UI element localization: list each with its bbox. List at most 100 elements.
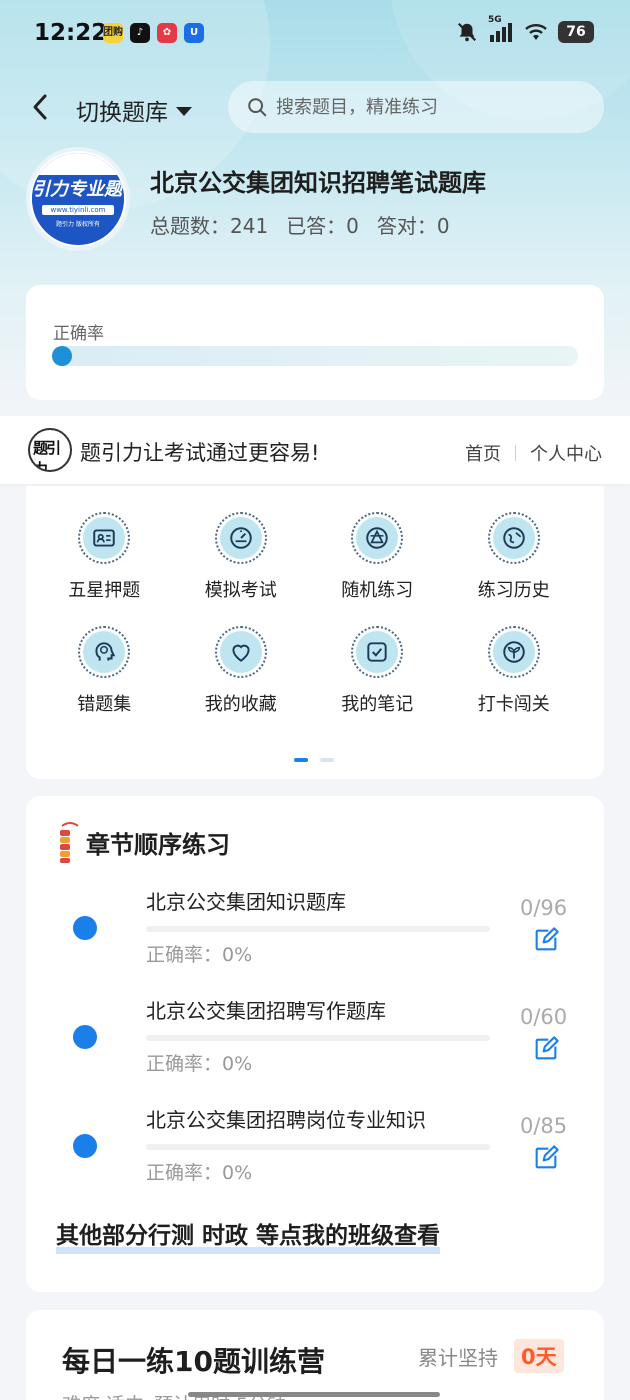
correct-count: 答对：0 (376, 214, 450, 238)
feature-practice-history[interactable]: 练习历史 (446, 512, 583, 602)
edit-icon[interactable] (532, 1035, 560, 1063)
feature-label: 练习历史 (477, 580, 550, 601)
bank-title: 北京公交集团知识招聘笔试题库 (150, 169, 486, 197)
switch-bank-dropdown[interactable]: 切换题库 (76, 93, 192, 127)
status-indicators: 5G 76 (456, 15, 594, 43)
chapter-name: 北京公交集团招聘写作题库 (146, 999, 386, 1023)
feature-grid: 五星押题 模拟考试 随机练习 练习历史 错题集 我的收藏 我的笔记 打卡闯关 (26, 512, 604, 716)
home-indicator (188, 1392, 440, 1397)
chapter-count: 0/60 (520, 1005, 568, 1029)
logo-text: 引力专业题 (32, 177, 124, 203)
chapter-practice-card: 章节顺序练习 北京公交集团知识题库 正确率：0% 0/96 北京公交集团招聘写作… (26, 796, 604, 1292)
chapter-name: 北京公交集团知识题库 (146, 890, 346, 914)
chapter-accuracy: 正确率：0% (146, 1053, 253, 1075)
feature-label: 错题集 (77, 694, 132, 715)
u-app-icon: U (184, 23, 204, 43)
chapter-status-dot (73, 1134, 97, 1158)
camp-title: 每日一练10题训练营 (62, 1345, 325, 1378)
chapter-row[interactable]: 北京公交集团招聘写作题库 正确率：0% 0/60 (26, 995, 604, 1095)
chapter-name: 北京公交集团招聘岗位专业知识 (146, 1108, 426, 1132)
edit-icon[interactable] (532, 1144, 560, 1172)
gauge-icon (230, 527, 252, 549)
sprout-icon (503, 641, 525, 663)
chapter-count: 0/85 (520, 1114, 568, 1138)
feature-mock-exam[interactable]: 模拟考试 (173, 512, 310, 602)
mute-bell-icon (457, 22, 477, 42)
status-bar: 12:22 团购 ♪ ✿ U 5G 76 (0, 0, 630, 68)
wifi-icon (525, 24, 547, 40)
logo-url: www.tiyinli.com (42, 205, 114, 215)
search-input[interactable] (276, 96, 596, 118)
feature-label: 我的收藏 (204, 694, 277, 715)
grid-pager (294, 758, 334, 762)
cellular-signal-icon: 5G (488, 15, 514, 43)
feature-label: 随机练习 (341, 580, 414, 601)
heart-icon (232, 644, 250, 662)
chapter-status-dot (73, 916, 97, 940)
switch-bank-label: 切换题库 (76, 100, 168, 126)
chapter-progress-track (146, 1144, 490, 1150)
answered-count: 已答：0 (286, 214, 359, 238)
feature-check-in[interactable]: 打卡闯关 (446, 626, 583, 716)
class-view-link[interactable]: 其他部分行测 时政 等点我的班级查看 (56, 1216, 441, 1254)
bank-stats: 总题数：241 已答：0 答对：0 (150, 210, 450, 239)
bank-logo: 引力专业题 www.tiyinli.com 题引力 版权所有 (26, 147, 130, 251)
streak-label: 累计坚持 (418, 1346, 498, 1370)
chapter-accuracy: 正确率：0% (146, 1162, 253, 1184)
chapter-header: 章节顺序练习 (56, 820, 230, 864)
accuracy-progress-track (52, 346, 578, 366)
accuracy-card: 正确率 (26, 285, 604, 400)
feature-label: 模拟考试 (204, 580, 277, 601)
nav-home-link[interactable]: 首页 (465, 440, 501, 466)
feature-random-practice[interactable]: 随机练习 (309, 512, 446, 602)
nav-profile-link[interactable]: 个人中心 (530, 440, 602, 466)
accuracy-label: 正确率 (53, 324, 104, 344)
streak-days-badge: 0天 (514, 1339, 564, 1373)
feature-grid-card: 五星押题 模拟考试 随机练习 练习历史 错题集 我的收藏 我的笔记 打卡闯关 (26, 486, 604, 779)
feature-label: 五星押题 (68, 580, 141, 601)
back-arrow-icon[interactable] (28, 92, 52, 122)
caret-down-icon (176, 106, 192, 116)
pager-dot[interactable] (320, 758, 334, 762)
camp-difficulty: 难度 适中 (62, 1390, 144, 1400)
banner-nav: 首页 个人中心 (465, 440, 602, 466)
chapter-accuracy: 正确率：0% (146, 944, 253, 966)
brand-logo: 题引力 (28, 428, 72, 472)
feature-wrong-questions[interactable]: 错题集 (36, 626, 173, 716)
search-icon (248, 98, 267, 117)
total-questions: 总题数：241 (150, 214, 269, 238)
edit-icon[interactable] (532, 926, 560, 954)
feature-favorites[interactable]: 我的收藏 (173, 626, 310, 716)
firecracker-icon (60, 822, 79, 863)
chapter-status-dot (73, 1025, 97, 1049)
feature-five-star[interactable]: 五星押题 (36, 512, 173, 602)
status-time: 12:22 (34, 20, 108, 46)
feature-label: 我的笔记 (341, 694, 414, 715)
daily-practice-card[interactable]: 每日一练10题训练营 累计坚持 0天 难度 适中 预计用时 5分钟 (26, 1310, 604, 1400)
xiaohongshu-app-icon: ✿ (157, 23, 177, 43)
brand-banner: 题引力 题引力让考试通过更容易! 首页 个人中心 (0, 416, 630, 484)
chapter-row[interactable]: 北京公交集团招聘岗位专业知识 正确率：0% 0/85 (26, 1104, 604, 1204)
tiktok-app-icon: ♪ (130, 23, 150, 43)
chapter-progress-track (146, 926, 490, 932)
feature-my-notes[interactable]: 我的笔记 (309, 626, 446, 716)
accuracy-progress-indicator (52, 346, 72, 366)
brand-slogan: 题引力让考试通过更容易! (80, 441, 320, 465)
network-type: 5G (488, 15, 502, 25)
history-globe-icon (503, 527, 525, 549)
brain-head-icon (95, 642, 116, 661)
chapter-progress-track (146, 1035, 490, 1041)
chapter-count: 0/96 (520, 896, 568, 920)
chapter-row[interactable]: 北京公交集团知识题库 正确率：0% 0/96 (26, 886, 604, 986)
checkbox-note-icon (367, 642, 387, 662)
chapter-title: 章节顺序练习 (86, 830, 230, 859)
search-bar[interactable] (228, 81, 604, 133)
id-card-icon (93, 529, 115, 547)
random-icon (366, 527, 388, 549)
meituan-app-icon: 团购 (103, 23, 123, 43)
logo-subtitle: 题引力 版权所有 (56, 221, 100, 228)
feature-label: 打卡闯关 (477, 694, 550, 715)
pager-dot-active[interactable] (294, 758, 308, 762)
nav-divider (515, 445, 516, 461)
battery-indicator: 76 (558, 21, 594, 43)
